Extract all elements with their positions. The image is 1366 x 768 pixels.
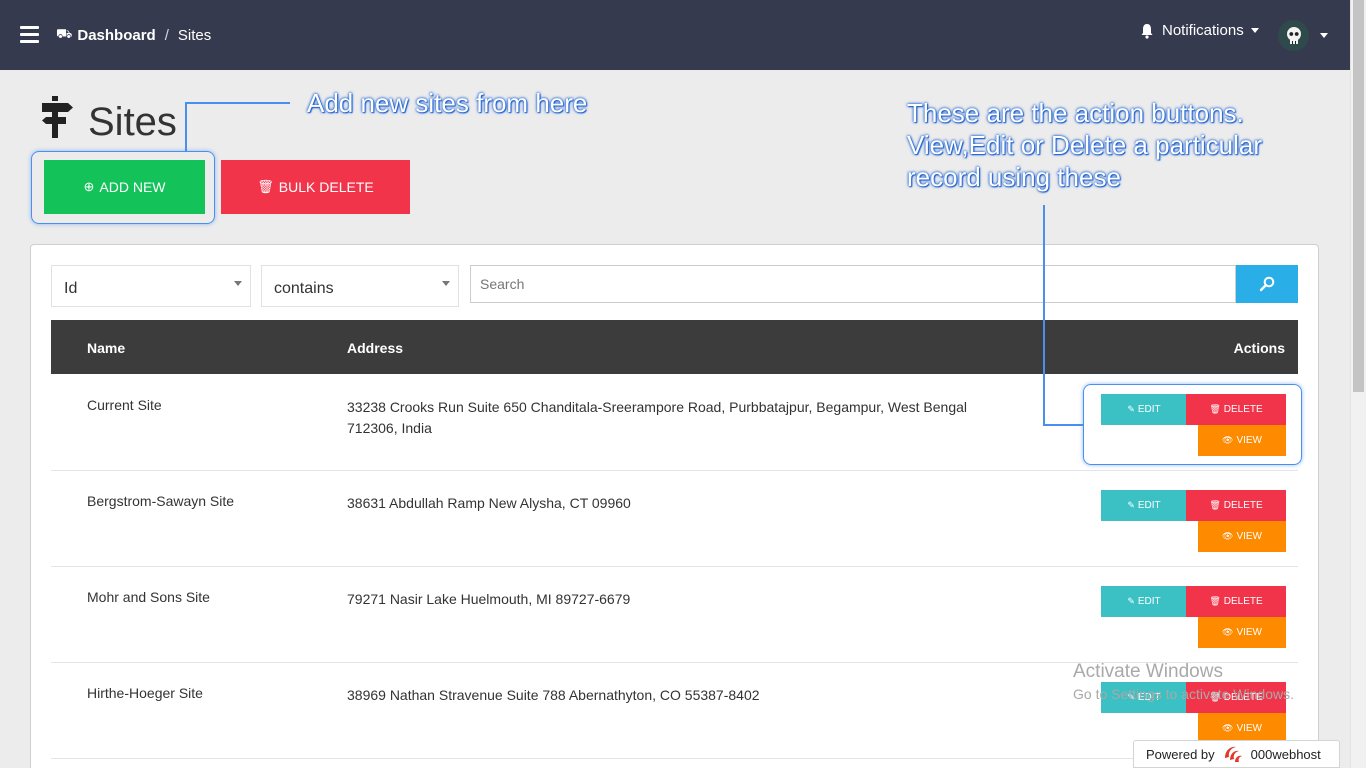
host-name: 000webhost bbox=[1250, 746, 1321, 762]
watermark-subtitle: Go to Settings to activate Windows. bbox=[1073, 686, 1294, 702]
view-button[interactable]: 👁 VIEW bbox=[1198, 521, 1286, 552]
table-row: Bergstrom-Sawayn Site 38631 Abdullah Ram… bbox=[51, 471, 1298, 567]
edit-label: EDIT bbox=[1137, 500, 1161, 511]
delete-button[interactable]: 🗑 DELETE bbox=[1186, 490, 1286, 521]
chevron-down-icon bbox=[1250, 28, 1259, 33]
table-header: Name Address Actions bbox=[51, 320, 1298, 374]
bulk-delete-button[interactable]: 🗑 BULK DELETE bbox=[221, 160, 410, 214]
site-name: Bergstrom-Sawayn Site bbox=[87, 493, 235, 509]
car-icon: ⛟ bbox=[56, 26, 73, 41]
chevron-down-icon bbox=[442, 281, 450, 286]
site-address: 33238 Crooks Run Suite 650 Chanditala-Sr… bbox=[347, 399, 968, 436]
site-address: 79271 Nasir Lake Huelmouth, MI 89727-667… bbox=[347, 591, 631, 607]
site-address: 38969 Nathan Stravenue Suite 788 Abernat… bbox=[347, 687, 760, 703]
page-title: Sites bbox=[88, 100, 177, 144]
site-address: 38631 Abdullah Ramp New Alysha, CT 09960 bbox=[347, 495, 631, 511]
site-name: Hirthe-Hoeger Site bbox=[87, 685, 203, 701]
search-input[interactable] bbox=[470, 265, 1236, 303]
signpost-icon bbox=[42, 96, 73, 138]
add-new-annotation: Add new sites from here bbox=[307, 88, 588, 118]
edit-button[interactable]: ✎ EDIT bbox=[1101, 586, 1187, 617]
chevron-down-icon bbox=[1320, 33, 1328, 38]
page-scrollbar[interactable] bbox=[1350, 0, 1366, 768]
field-select-value: Id bbox=[64, 280, 78, 297]
breadcrumb: ⛟ Dashboard / Sites bbox=[56, 26, 211, 44]
scrollbar-thumb[interactable] bbox=[1353, 0, 1364, 392]
breadcrumb-separator: / bbox=[164, 26, 169, 44]
site-name: Mohr and Sons Site bbox=[87, 589, 210, 605]
webhost-logo-icon bbox=[1224, 746, 1242, 762]
trash-icon: 🗑 bbox=[257, 179, 274, 194]
eye-icon: 👁 bbox=[1222, 723, 1234, 733]
chevron-down-icon bbox=[234, 281, 242, 286]
column-header-name: Name bbox=[87, 340, 126, 356]
skull-icon bbox=[1286, 26, 1301, 44]
view-button[interactable]: 👁 VIEW bbox=[1198, 617, 1286, 648]
annotation-connector bbox=[185, 102, 187, 152]
edit-icon: ✎ bbox=[1127, 596, 1135, 606]
operator-select-value: contains bbox=[274, 280, 334, 297]
view-label: VIEW bbox=[1236, 627, 1262, 638]
notifications-dropdown[interactable]: Notifications bbox=[1140, 22, 1259, 39]
trash-icon: 🗑 bbox=[1209, 500, 1221, 510]
breadcrumb-dashboard-link[interactable]: Dashboard bbox=[77, 27, 155, 44]
view-label: VIEW bbox=[1236, 531, 1262, 542]
edit-icon: ✎ bbox=[1127, 500, 1135, 510]
user-menu[interactable] bbox=[1278, 20, 1328, 51]
edit-button[interactable]: ✎ EDIT bbox=[1101, 490, 1187, 521]
actions-annotation-line: View,Edit or Delete a particular bbox=[907, 130, 1263, 160]
actions-annotation-line: record using these bbox=[907, 162, 1121, 192]
avatar bbox=[1278, 20, 1309, 51]
table-row: Mohr and Sons Site 79271 Nasir Lake Huel… bbox=[51, 567, 1298, 663]
field-select[interactable]: Id bbox=[51, 265, 251, 307]
notifications-label: Notifications bbox=[1162, 22, 1244, 39]
eye-icon: 👁 bbox=[1222, 627, 1234, 637]
top-navbar: ⛟ Dashboard / Sites Notifications bbox=[0, 0, 1350, 70]
view-label: VIEW bbox=[1236, 723, 1262, 734]
delete-button[interactable]: 🗑 DELETE bbox=[1186, 586, 1286, 617]
hamburger-icon[interactable] bbox=[20, 26, 39, 43]
edit-label: EDIT bbox=[1137, 596, 1161, 607]
column-header-actions: Actions bbox=[1233, 340, 1285, 356]
actions-annotation: These are the action buttons. View,Edit … bbox=[907, 97, 1262, 193]
actions-annotation-line: These are the action buttons. bbox=[907, 98, 1244, 128]
site-name: Current Site bbox=[87, 397, 162, 413]
trash-icon: 🗑 bbox=[1209, 596, 1221, 606]
add-new-highlight bbox=[31, 151, 215, 224]
watermark-title: Activate Windows bbox=[1073, 661, 1223, 682]
annotation-connector bbox=[185, 102, 290, 104]
actions-highlight bbox=[1083, 384, 1302, 465]
search-icon bbox=[1259, 276, 1275, 292]
bell-icon bbox=[1141, 23, 1153, 39]
windows-activation-watermark: Activate Windows Go to Settings to activ… bbox=[1073, 661, 1294, 702]
annotation-connector bbox=[1043, 205, 1045, 425]
column-header-address: Address bbox=[347, 340, 404, 356]
powered-by-badge[interactable]: Powered by 000webhost bbox=[1133, 740, 1340, 768]
eye-icon: 👁 bbox=[1222, 531, 1234, 541]
delete-label: DELETE bbox=[1223, 596, 1263, 607]
powered-by-label: Powered by bbox=[1146, 746, 1215, 762]
search-button[interactable] bbox=[1236, 265, 1298, 303]
operator-select[interactable]: contains bbox=[261, 265, 459, 307]
delete-label: DELETE bbox=[1223, 500, 1263, 511]
annotation-connector bbox=[1043, 424, 1084, 426]
bulk-delete-label: BULK DELETE bbox=[278, 179, 374, 195]
breadcrumb-current: Sites bbox=[177, 26, 212, 44]
